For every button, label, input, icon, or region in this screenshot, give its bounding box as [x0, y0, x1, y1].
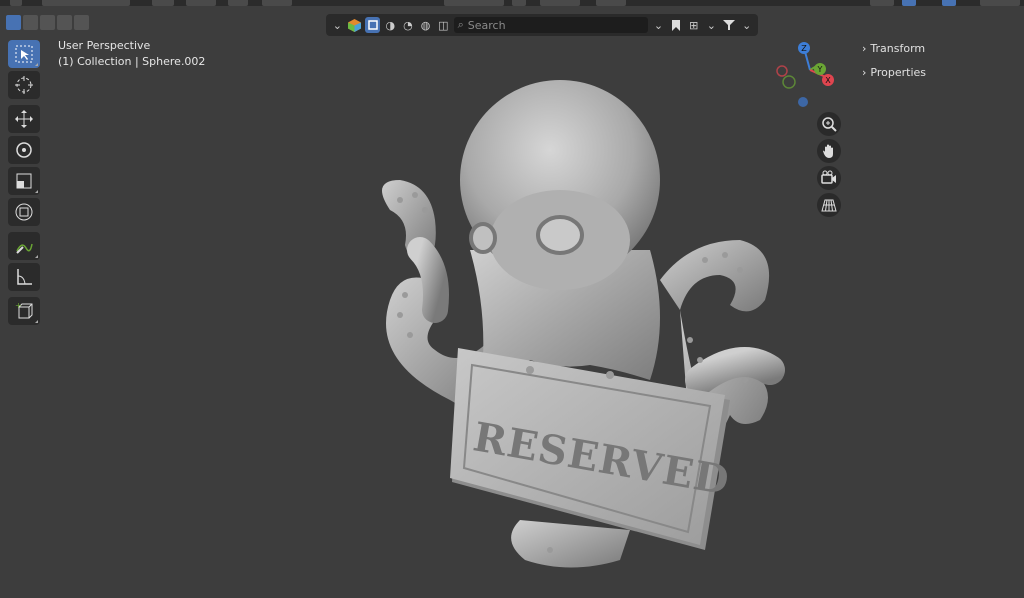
annotate-icon — [16, 243, 33, 254]
viewport-info: User Perspective (1) Collection | Sphere… — [58, 38, 205, 70]
pan-button[interactable] — [817, 139, 841, 163]
hierarchy-icon[interactable]: ⊞ — [686, 17, 701, 33]
tool-shelf: + — [8, 40, 42, 328]
filter-light-icon[interactable]: ◔ — [401, 17, 416, 33]
selection-mode-group — [6, 12, 89, 32]
zoom-icon — [822, 117, 837, 132]
transform-icon — [15, 203, 33, 221]
select-box-tool[interactable] — [8, 40, 40, 68]
grid-perspective-icon — [821, 199, 837, 212]
transform-panel-header[interactable]: › Transform — [862, 36, 926, 60]
y-axis-label: Y — [817, 65, 823, 74]
z-axis-label: Z — [801, 44, 807, 53]
select-box-icon — [15, 45, 33, 63]
select-invert-icon[interactable] — [57, 14, 72, 30]
select-new-icon[interactable] — [6, 14, 21, 30]
annotate-tool[interactable] — [8, 232, 40, 260]
filter-object-icon[interactable] — [365, 17, 380, 33]
add-cube-icon: + — [15, 301, 33, 319]
filter-world-icon[interactable]: ◍ — [418, 17, 433, 33]
rotate-tool[interactable] — [8, 136, 40, 164]
chevron-down-icon[interactable]: ⌄ — [739, 17, 754, 33]
filter-mesh-icon[interactable]: ◑ — [383, 17, 398, 33]
search-dropdown-icon[interactable]: ⌄ — [651, 17, 666, 33]
measure-tool[interactable] — [8, 263, 40, 291]
perspective-toggle-button[interactable] — [817, 193, 841, 217]
sidebar-panel: › Transform › Properties — [862, 36, 926, 84]
chevron-down-icon[interactable]: ⌄ — [330, 17, 345, 33]
move-tool[interactable] — [8, 105, 40, 133]
filter-camera-icon[interactable]: ◫ — [436, 17, 451, 33]
x-axis-label: X — [825, 76, 831, 85]
zoom-button[interactable] — [817, 112, 841, 136]
select-extend-icon[interactable] — [23, 14, 38, 30]
select-subtract-icon[interactable] — [40, 14, 55, 30]
rotate-icon — [16, 142, 32, 158]
chevron-right-icon: › — [862, 65, 867, 79]
active-object: (1) Collection | Sphere.002 — [58, 55, 206, 68]
display-mode-icon[interactable] — [348, 17, 363, 33]
add-cube-tool[interactable]: + — [8, 297, 40, 325]
search-icon: ⌕ — [457, 18, 464, 31]
cursor-icon — [15, 76, 33, 94]
transform-tool[interactable] — [8, 198, 40, 226]
viewport-header: ⌄ ◑ ◔ ◍ ◫ ⌕ Search ⌄ ⊞ ⌄ ⌄ — [0, 6, 1024, 36]
svg-text:+: + — [15, 301, 22, 310]
measure-icon — [17, 269, 32, 285]
scale-icon — [16, 173, 32, 189]
hand-icon — [823, 144, 833, 158]
camera-view-button[interactable] — [817, 166, 841, 190]
view-name: User Perspective — [58, 39, 151, 52]
octopus-model[interactable]: RESERVED — [360, 70, 800, 598]
chevron-right-icon: › — [862, 41, 867, 55]
properties-panel-header[interactable]: › Properties — [862, 60, 926, 84]
search-input[interactable]: ⌕ Search — [453, 17, 649, 33]
bookmark-icon[interactable] — [669, 17, 684, 33]
outliner-filter-toolbar: ⌄ ◑ ◔ ◍ ◫ ⌕ Search ⌄ ⊞ ⌄ ⌄ — [326, 14, 758, 36]
camera-icon — [821, 170, 836, 184]
filter-icon[interactable] — [722, 17, 737, 33]
chevron-down-icon[interactable]: ⌄ — [704, 17, 719, 33]
move-icon — [15, 110, 33, 128]
scale-tool[interactable] — [8, 167, 40, 195]
cursor-tool[interactable] — [8, 71, 40, 99]
select-intersect-icon[interactable] — [74, 14, 89, 30]
